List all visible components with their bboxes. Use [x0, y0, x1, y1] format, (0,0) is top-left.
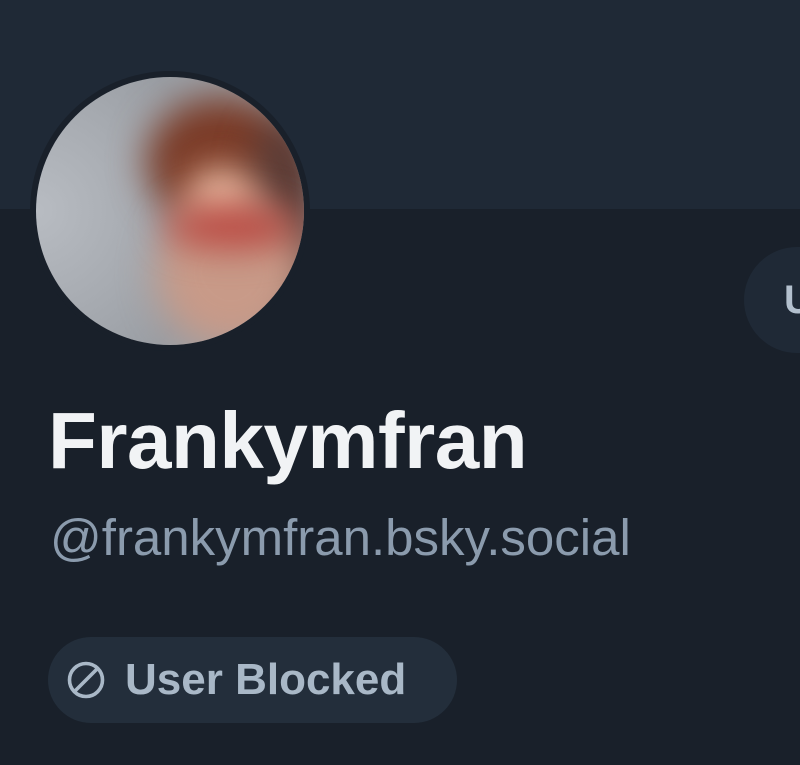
avatar[interactable]: [36, 77, 304, 345]
avatar-photo-region: [166, 207, 296, 247]
block-icon: [66, 660, 106, 700]
user-blocked-label: User Blocked: [125, 655, 407, 704]
profile-handle: @frankymfran.bsky.social: [50, 509, 631, 566]
user-blocked-badge: User Blocked: [48, 637, 457, 723]
display-name: Frankymfran: [48, 396, 528, 485]
unblock-button-label: U: [784, 278, 800, 322]
unblock-button[interactable]: U: [744, 247, 800, 353]
profile-page: U Frankymfran @frankymfran.bsky.social U…: [0, 0, 800, 765]
